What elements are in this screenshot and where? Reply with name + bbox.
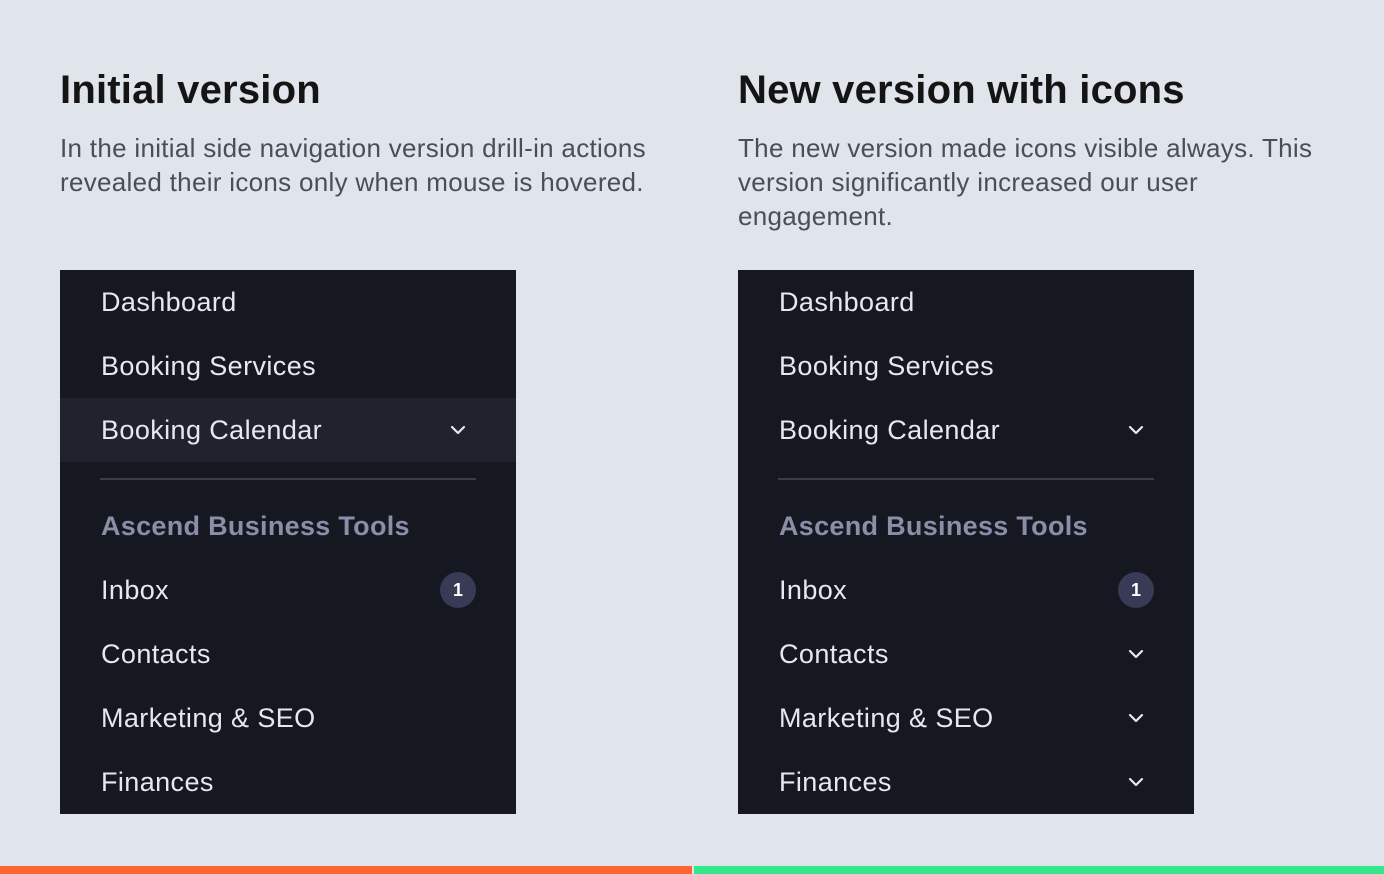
chevron-down-icon[interactable] [1118, 764, 1154, 800]
description-initial-version: In the initial side navigation version d… [60, 133, 646, 197]
nav-item-contacts[interactable]: Contacts [738, 622, 1194, 686]
nav-item-contacts[interactable]: Contacts [60, 622, 516, 686]
nav-item-label: Booking Calendar [779, 414, 1001, 445]
nav-item-label: Inbox [779, 574, 848, 605]
nav-item-label: Dashboard [101, 286, 237, 317]
chevron-down-icon[interactable] [440, 412, 476, 448]
nav-item-label: Booking Services [101, 350, 317, 381]
notification-count-badge: 1 [1118, 572, 1154, 608]
nav-item-dashboard[interactable]: Dashboard [60, 270, 516, 334]
nav-section-title: Ascend Business Tools [779, 511, 1088, 541]
initial-version-accent-bar [0, 866, 692, 874]
nav-item-label: Booking Calendar [101, 414, 323, 445]
nav-item-label: Booking Services [779, 350, 995, 381]
chevron-down-icon[interactable] [1118, 636, 1154, 672]
nav-item-marketing-seo[interactable]: Marketing & SEO [738, 686, 1194, 750]
heading-initial-version: Initial version [60, 68, 321, 112]
nav-divider [778, 478, 1154, 480]
nav-item-booking-calendar[interactable]: Booking Calendar [738, 398, 1194, 462]
nav-item-label: Finances [779, 766, 892, 797]
heading-new-version: New version with icons [738, 68, 1185, 112]
side-navigation-new: Dashboard Booking Services Booking Calen… [738, 270, 1194, 814]
chevron-down-icon[interactable] [1118, 700, 1154, 736]
nav-item-label: Inbox [101, 574, 170, 605]
nav-section-title: Ascend Business Tools [101, 511, 410, 541]
nav-item-label: Dashboard [779, 286, 915, 317]
nav-divider [100, 478, 476, 480]
new-version-accent-bar [694, 866, 1384, 874]
nav-item-dashboard[interactable]: Dashboard [738, 270, 1194, 334]
nav-item-label: Marketing & SEO [779, 702, 994, 733]
nav-item-inbox[interactable]: Inbox 1 [60, 558, 516, 622]
nav-item-finances[interactable]: Finances [60, 750, 516, 814]
nav-item-label: Finances [101, 766, 214, 797]
side-navigation-initial: Dashboard Booking Services Booking Calen… [60, 270, 516, 814]
nav-item-label: Contacts [779, 638, 889, 669]
nav-item-inbox[interactable]: Inbox 1 [738, 558, 1194, 622]
nav-item-booking-services[interactable]: Booking Services [60, 334, 516, 398]
nav-item-marketing-seo[interactable]: Marketing & SEO [60, 686, 516, 750]
nav-item-booking-calendar[interactable]: Booking Calendar [60, 398, 516, 462]
nav-item-booking-services[interactable]: Booking Services [738, 334, 1194, 398]
nav-item-finances[interactable]: Finances [738, 750, 1194, 814]
description-new-version: The new version made icons visible alway… [738, 133, 1313, 231]
chevron-down-icon[interactable] [1118, 412, 1154, 448]
nav-item-label: Contacts [101, 638, 211, 669]
nav-item-label: Marketing & SEO [101, 702, 316, 733]
notification-count-badge: 1 [440, 572, 476, 608]
